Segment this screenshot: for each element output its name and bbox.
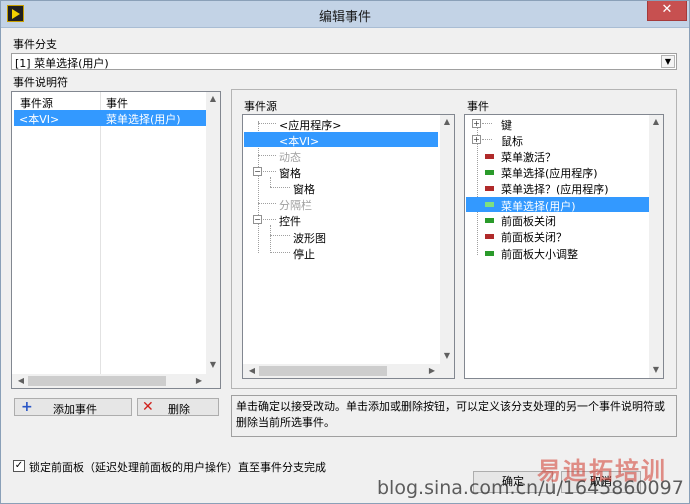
scroll-right-icon[interactable]: ▶: [425, 366, 439, 375]
source-item-controls[interactable]: 控件: [279, 213, 301, 229]
collapse-icon[interactable]: −: [253, 215, 262, 224]
tree-guide: [270, 225, 271, 253]
tree-guide: [263, 219, 276, 220]
expand-icon[interactable]: +: [472, 135, 481, 144]
blog-watermark: blog.sina.com.cn/u/1645860097: [377, 477, 684, 499]
scroll-thumb[interactable]: [259, 366, 387, 376]
title-bar: 编辑事件 ✕: [1, 1, 689, 28]
edit-events-dialog: 编辑事件 ✕ 事件分支 [1] 菜单选择(用户) ▼ 事件说明符 事件源 事件 …: [0, 0, 690, 504]
event-item-panel-resize[interactable]: 前面板大小调整: [501, 246, 578, 262]
notify-event-icon: [485, 251, 494, 256]
sources-horizontal-scrollbar[interactable]: ◀ ▶: [243, 364, 454, 378]
source-item-pane[interactable]: 窗格: [279, 165, 301, 181]
event-specifiers-label: 事件说明符: [13, 76, 68, 89]
events-tree[interactable]: + 键 + 鼠标 菜单激活？ 菜单选择(应用程序) 菜单选择？(应用程序) 菜单…: [464, 114, 664, 379]
events-vertical-scrollbar[interactable]: ▲ ▼: [649, 115, 663, 378]
scroll-right-icon[interactable]: ▶: [192, 376, 206, 385]
event-sources-tree[interactable]: <应用程序> <本VI> 动态 − 窗格 窗格 分隔栏 − 控件 波形图 停止 …: [242, 114, 455, 379]
window-title: 编辑事件: [318, 10, 371, 25]
event-item-menu-activation[interactable]: 菜单激活？: [501, 149, 556, 165]
tree-guide: [258, 203, 276, 204]
lock-panel-checkbox[interactable]: ✓: [13, 460, 25, 472]
tree-guide: [270, 187, 290, 188]
delete-event-button[interactable]: ✕ 删除: [137, 398, 219, 416]
event-case-label: 事件分支: [13, 38, 57, 51]
event-item-label: 菜单选择(用户): [501, 200, 576, 213]
source-item-waveform-graph[interactable]: 波形图: [293, 230, 326, 246]
tree-guide: [482, 123, 492, 124]
event-item-panel-close-filter[interactable]: 前面板关闭？: [501, 229, 567, 245]
help-description: 单击确定以接受改动。单击添加或删除按钮，可以定义该分支处理的另一个事件说明符或删…: [231, 395, 677, 437]
source-item-label: <本VI>: [279, 135, 320, 148]
filter-event-icon: [485, 234, 494, 239]
event-specifiers-list[interactable]: 事件源 事件 <本VI> 菜单选择(用户) ▲ ▼ ◀ ▶: [11, 91, 221, 389]
source-item-stop[interactable]: 停止: [293, 246, 315, 262]
expand-icon[interactable]: +: [472, 119, 481, 128]
event-item-key[interactable]: 键: [501, 117, 512, 133]
specifiers-vertical-scrollbar[interactable]: ▲ ▼: [206, 92, 220, 374]
tree-guide: [270, 235, 290, 236]
scroll-down-icon[interactable]: ▼: [440, 351, 454, 360]
event-case-value: [1] 菜单选择(用户): [15, 57, 109, 70]
event-item-mouse[interactable]: 鼠标: [501, 133, 523, 149]
event-item-menu-selection-app-filter[interactable]: 菜单选择？(应用程序): [501, 181, 609, 197]
specifier-source: <本VI>: [19, 113, 60, 126]
specifier-row-selected[interactable]: <本VI> 菜单选择(用户): [14, 110, 206, 126]
specifiers-horizontal-scrollbar[interactable]: ◀ ▶: [12, 374, 220, 388]
notify-event-icon: [485, 170, 494, 175]
event-item-panel-close[interactable]: 前面板关闭: [501, 213, 556, 229]
source-item-pane-child[interactable]: 窗格: [293, 181, 315, 197]
source-item-this-vi-selected[interactable]: <本VI>: [244, 132, 438, 148]
event-item-menu-selection-app[interactable]: 菜单选择(应用程序): [501, 165, 598, 181]
scroll-up-icon[interactable]: ▲: [440, 117, 454, 126]
sources-vertical-scrollbar[interactable]: ▲ ▼: [440, 115, 454, 364]
source-item-application[interactable]: <应用程序>: [279, 117, 341, 133]
tree-guide: [482, 139, 492, 140]
scroll-up-icon[interactable]: ▲: [649, 117, 663, 126]
chevron-down-icon[interactable]: ▼: [661, 55, 675, 68]
tree-guide: [258, 155, 276, 156]
lock-panel-label: 锁定前面板（延迟处理前面板的用户操作）直至事件分支完成: [29, 461, 326, 474]
scroll-down-icon[interactable]: ▼: [206, 360, 220, 369]
collapse-icon[interactable]: −: [253, 167, 262, 176]
tree-guide: [258, 123, 276, 124]
scroll-up-icon[interactable]: ▲: [206, 94, 220, 103]
delete-x-icon: ✕: [142, 399, 154, 415]
col-header-source: 事件源: [20, 97, 53, 110]
event-case-dropdown[interactable]: [1] 菜单选择(用户) ▼: [11, 53, 677, 70]
filter-event-icon: [485, 154, 494, 159]
tree-guide: [263, 171, 276, 172]
event-sources-label: 事件源: [244, 100, 277, 113]
notify-event-icon: [485, 202, 494, 207]
delete-event-label: 删除: [168, 403, 190, 416]
source-item-dynamic[interactable]: 动态: [279, 149, 301, 165]
events-label: 事件: [467, 100, 489, 113]
event-item-menu-selection-user-selected[interactable]: 菜单选择(用户): [466, 197, 649, 213]
tree-guide: [270, 252, 290, 253]
specifier-event: 菜单选择(用户): [106, 113, 181, 126]
column-divider: [100, 92, 101, 374]
close-button[interactable]: ✕: [647, 1, 687, 21]
add-event-button[interactable]: + 添加事件: [14, 398, 132, 416]
source-item-splitter[interactable]: 分隔栏: [279, 197, 312, 213]
filter-event-icon: [485, 186, 494, 191]
scroll-left-icon[interactable]: ◀: [14, 376, 28, 385]
notify-event-icon: [485, 218, 494, 223]
scroll-thumb[interactable]: [28, 376, 166, 386]
add-event-label: 添加事件: [53, 403, 97, 416]
plus-icon: +: [21, 399, 33, 415]
scroll-left-icon[interactable]: ◀: [245, 366, 259, 375]
col-header-event: 事件: [106, 97, 128, 110]
scroll-down-icon[interactable]: ▼: [649, 365, 663, 374]
tree-guide: [270, 177, 271, 187]
